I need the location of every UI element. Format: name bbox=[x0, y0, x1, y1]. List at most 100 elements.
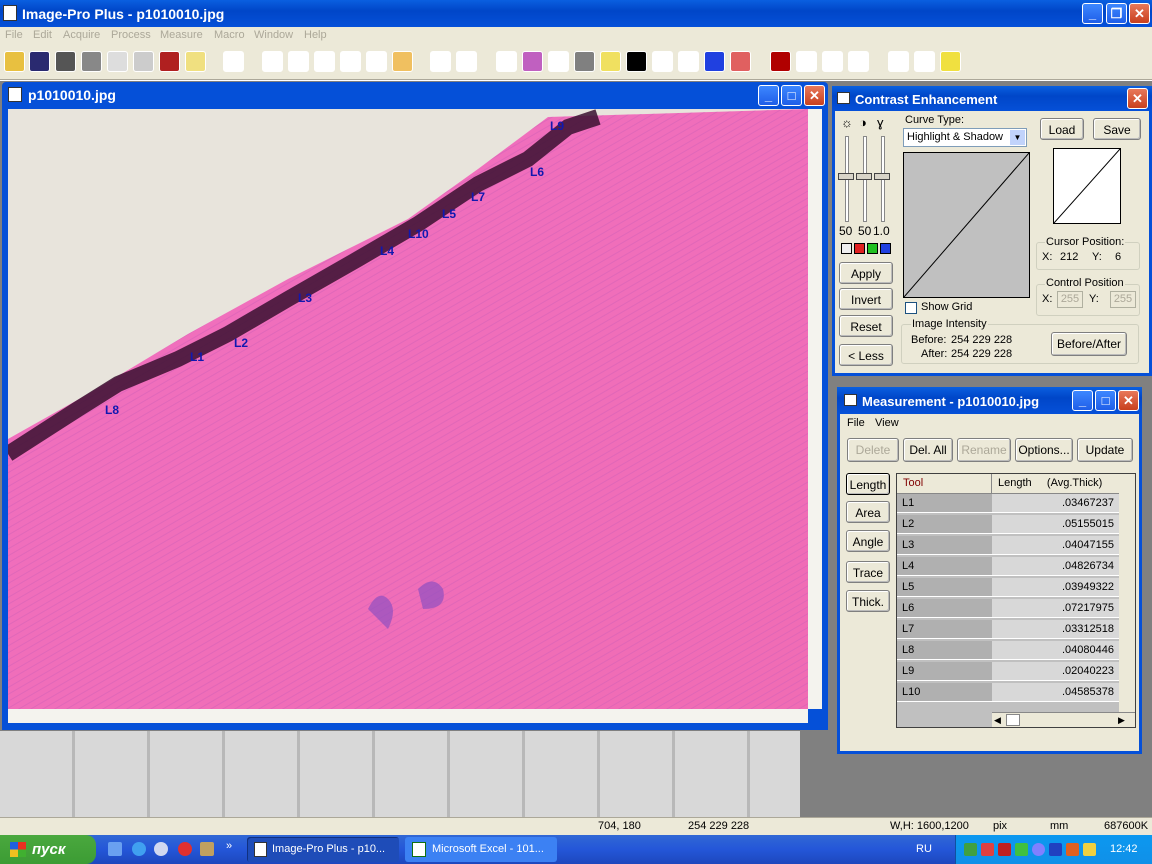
grid-icon[interactable] bbox=[55, 51, 76, 72]
image-icon[interactable] bbox=[8, 87, 22, 102]
pseudo-color-icon[interactable] bbox=[730, 51, 751, 72]
tray-network-icon[interactable] bbox=[1015, 843, 1028, 856]
image-horizontal-scrollbar[interactable] bbox=[8, 709, 808, 723]
tool-column-header[interactable]: Tool bbox=[897, 474, 992, 494]
measurement-menu-view[interactable]: View bbox=[875, 417, 899, 429]
color-tool-icon[interactable] bbox=[522, 51, 543, 72]
rectangle-icon[interactable] bbox=[288, 51, 309, 72]
settings-icon[interactable] bbox=[940, 51, 961, 72]
histogram-equalize-icon[interactable] bbox=[496, 51, 517, 72]
tool-thick-button[interactable]: Thick. bbox=[846, 590, 890, 612]
control-y-field[interactable]: 255 bbox=[1110, 291, 1136, 308]
task-excel[interactable]: Microsoft Excel - 101... bbox=[405, 837, 557, 862]
menu-process[interactable]: Process bbox=[111, 29, 151, 41]
quicklaunch-tool-icon[interactable] bbox=[200, 842, 214, 856]
control-x-field[interactable]: 255 bbox=[1057, 291, 1083, 308]
camera-icon[interactable] bbox=[81, 51, 102, 72]
tray-download-icon[interactable] bbox=[964, 843, 977, 856]
tool-area-button[interactable]: Area bbox=[846, 501, 890, 523]
table-row[interactable]: L6.07217975 bbox=[897, 599, 1119, 620]
menu-window[interactable]: Window bbox=[254, 29, 293, 41]
clock[interactable]: 12:42 bbox=[1110, 843, 1138, 855]
table-row[interactable]: L7.03312518 bbox=[897, 620, 1119, 641]
language-indicator[interactable]: RU bbox=[916, 843, 932, 855]
table-row[interactable]: L8.04080446 bbox=[897, 641, 1119, 662]
invert-button[interactable]: Invert bbox=[839, 288, 893, 310]
tool-trace-button[interactable]: Trace bbox=[846, 561, 890, 583]
tray-search-icon[interactable] bbox=[1032, 843, 1045, 856]
options-button[interactable]: Options... bbox=[1015, 438, 1073, 462]
tray-antivirus-icon[interactable] bbox=[981, 843, 994, 856]
macro-icon[interactable] bbox=[888, 51, 909, 72]
load-button[interactable]: Load bbox=[1040, 118, 1084, 140]
scanner-icon[interactable] bbox=[107, 51, 128, 72]
curve-type-select[interactable]: Highlight & Shadow ▼ bbox=[903, 128, 1027, 147]
internet-explorer-icon[interactable] bbox=[132, 842, 146, 856]
print-icon[interactable] bbox=[133, 51, 154, 72]
menu-help[interactable]: Help bbox=[304, 29, 327, 41]
levels-icon[interactable] bbox=[548, 51, 569, 72]
curve-graph[interactable] bbox=[903, 152, 1030, 298]
zoom-icon[interactable] bbox=[430, 51, 451, 72]
filter-icon[interactable] bbox=[652, 51, 673, 72]
app-restore-button[interactable]: ❐ bbox=[1106, 3, 1127, 24]
line-profile-icon[interactable] bbox=[848, 51, 869, 72]
script-icon[interactable] bbox=[914, 51, 935, 72]
mail-icon[interactable] bbox=[185, 51, 206, 72]
show-grid-checkbox[interactable] bbox=[905, 302, 917, 314]
image-close-button[interactable]: ✕ bbox=[804, 85, 825, 106]
contrast-close-button[interactable]: ✕ bbox=[1127, 88, 1148, 109]
new-aoi-icon[interactable] bbox=[262, 51, 283, 72]
gamma-thumb[interactable] bbox=[874, 173, 890, 180]
del-all-button[interactable]: Del. All bbox=[903, 438, 953, 462]
quicklaunch-app-icon[interactable] bbox=[154, 842, 168, 856]
rgb-icon[interactable] bbox=[704, 51, 725, 72]
hand-icon[interactable] bbox=[456, 51, 477, 72]
layers-icon[interactable] bbox=[600, 51, 621, 72]
less-button[interactable]: < Less bbox=[839, 344, 893, 366]
table-row[interactable]: L9.02040223 bbox=[897, 662, 1119, 683]
micrograph-canvas[interactable]: L9 L6 L7 L5 L10 L4 L3 L2 L1 L8 bbox=[8, 109, 808, 709]
undo-icon[interactable] bbox=[223, 51, 244, 72]
menu-measure[interactable]: Measure bbox=[160, 29, 203, 41]
tray-player-icon[interactable] bbox=[1066, 843, 1079, 856]
table-row[interactable]: L5.03949322 bbox=[897, 578, 1119, 599]
channel-red-icon[interactable] bbox=[854, 243, 865, 254]
measurement-close-button[interactable]: ✕ bbox=[1118, 390, 1139, 411]
cross-icon[interactable] bbox=[626, 51, 647, 72]
start-button[interactable]: пуск bbox=[0, 835, 96, 864]
measurement-minimize-button[interactable]: _ bbox=[1072, 390, 1093, 411]
channel-gray-icon[interactable] bbox=[841, 243, 852, 254]
channel-green-icon[interactable] bbox=[867, 243, 878, 254]
table-horizontal-scrollbar[interactable]: ◀ ▶ bbox=[992, 712, 1135, 727]
menu-file[interactable]: File bbox=[5, 29, 23, 41]
app-minimize-button[interactable]: _ bbox=[1082, 3, 1103, 24]
save-button[interactable]: Save bbox=[1093, 118, 1141, 140]
app-close-button[interactable]: ✕ bbox=[1129, 3, 1150, 24]
rename-button[interactable]: Rename bbox=[957, 438, 1011, 462]
tool-length-button[interactable]: Length bbox=[846, 473, 890, 495]
tray-messenger-icon[interactable] bbox=[1083, 843, 1096, 856]
scroll-left-icon[interactable]: ◀ bbox=[994, 715, 1001, 726]
tool-angle-button[interactable]: Angle bbox=[846, 530, 890, 552]
image-minimize-button[interactable]: _ bbox=[758, 85, 779, 106]
contrast-thumb[interactable] bbox=[856, 173, 872, 180]
brightness-thumb[interactable] bbox=[838, 173, 854, 180]
math-icon[interactable] bbox=[678, 51, 699, 72]
tray-media-icon[interactable] bbox=[1049, 843, 1062, 856]
menu-edit[interactable]: Edit bbox=[33, 29, 52, 41]
opera-icon[interactable] bbox=[178, 842, 192, 856]
ellipse-icon[interactable] bbox=[314, 51, 335, 72]
freehand-icon[interactable] bbox=[340, 51, 361, 72]
table-row[interactable]: L3.04047155 bbox=[897, 536, 1119, 557]
task-image-pro[interactable]: Image-Pro Plus - p10... bbox=[247, 837, 399, 862]
apply-button[interactable]: Apply bbox=[839, 262, 893, 284]
image-vertical-scrollbar[interactable] bbox=[808, 109, 822, 709]
length-column-header[interactable]: Length (Avg.Thick) bbox=[992, 474, 1119, 494]
app-icon[interactable] bbox=[3, 5, 17, 21]
measurement-menu-file[interactable]: File bbox=[847, 417, 865, 429]
open-icon[interactable] bbox=[4, 51, 25, 72]
table-row[interactable]: L10.04585378 bbox=[897, 683, 1119, 704]
measurement-maximize-button[interactable]: □ bbox=[1095, 390, 1116, 411]
count-icon[interactable] bbox=[770, 51, 791, 72]
